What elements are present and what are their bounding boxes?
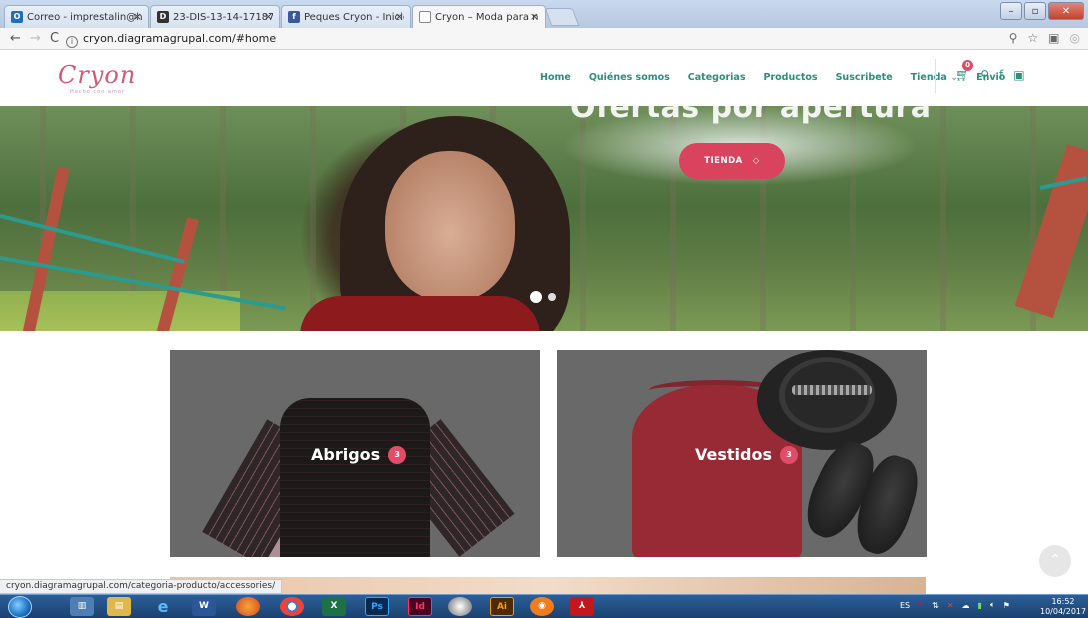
- cart-icon[interactable]: 🛒︎ 0: [955, 60, 973, 82]
- link-status-bar: cryon.diagramagrupal.com/categoria-produ…: [0, 579, 283, 594]
- close-window-button[interactable]: ✕: [1048, 2, 1084, 20]
- nav-divider: [935, 59, 936, 93]
- excel-icon[interactable]: X: [322, 597, 346, 616]
- windows-explorer-icon[interactable]: ▤: [107, 597, 131, 616]
- category-title: Vestidos 3: [695, 445, 798, 464]
- youtube-icon[interactable]: ▣: [1013, 68, 1024, 82]
- show-desktop-icon[interactable]: ▥: [70, 597, 94, 616]
- facebook-icon[interactable]: f: [999, 68, 1003, 82]
- tray-app-icon[interactable]: ✕: [947, 601, 954, 610]
- volume-icon[interactable]: 🔈︎: [990, 600, 995, 610]
- slider-dots: [530, 291, 556, 303]
- facebook-icon: f: [288, 11, 300, 23]
- flag-icon[interactable]: ⚑: [1003, 601, 1010, 610]
- word-icon[interactable]: W: [192, 597, 216, 616]
- indesign-icon[interactable]: Id: [408, 597, 432, 616]
- maximize-button[interactable]: ▫: [1024, 2, 1046, 20]
- category-title: Abrigos 3: [311, 445, 407, 464]
- illustrator-icon[interactable]: Ai: [490, 597, 514, 616]
- scroll-to-top-button[interactable]: ⌃: [1039, 545, 1071, 577]
- clock-date: 10/04/2017: [1040, 607, 1087, 616]
- hero-photo-shirt: [300, 296, 540, 331]
- cart-count-badge: 0: [962, 60, 973, 71]
- back-icon[interactable]: ←: [10, 31, 21, 47]
- tag-icon: ◇: [752, 156, 760, 166]
- nav-productos[interactable]: Productos: [764, 72, 818, 83]
- minimize-button[interactable]: –: [1000, 2, 1022, 20]
- photoshop-icon[interactable]: Ps: [365, 597, 389, 616]
- nav-suscribete[interactable]: Suscribete: [836, 72, 893, 83]
- cloud-icon[interactable]: ☁: [962, 601, 970, 610]
- internet-explorer-icon[interactable]: e: [151, 597, 175, 616]
- browser-toolbar: ← → C i cryon.diagramagrupal.com/#home ⚲ …: [0, 28, 1088, 50]
- language-indicator[interactable]: ES: [900, 601, 910, 610]
- nav-home[interactable]: Home: [540, 72, 571, 83]
- firefox-icon[interactable]: [236, 597, 260, 616]
- category-name: Abrigos: [311, 445, 381, 464]
- close-tab-icon[interactable]: ×: [530, 10, 539, 23]
- antivirus-icon[interactable]: ⛨: [918, 600, 924, 610]
- signal-icon[interactable]: ▮: [978, 601, 982, 610]
- tab-label: Cryon – Moda para niñas: [435, 12, 539, 23]
- close-tab-icon[interactable]: ×: [133, 10, 142, 23]
- nav-quienes-somos[interactable]: Quiénes somos: [589, 72, 670, 83]
- hero-title: Ofertas por apertura: [570, 106, 932, 125]
- browser-tab-strip: O Correo - imprestalin@h × D 23-DIS-13-1…: [0, 0, 1088, 29]
- close-tab-icon[interactable]: ×: [395, 10, 404, 23]
- toolbar-icons: ⚲ ☆ ▣ ◎: [1009, 31, 1080, 45]
- inkscape-icon[interactable]: [448, 597, 472, 616]
- logo-tagline: Hecho con amor: [70, 89, 126, 95]
- hero-slider: Ofertas por apertura TIENDA ◇: [0, 106, 1088, 331]
- clock-time: 16:52: [1051, 597, 1075, 606]
- document-icon: D: [157, 11, 169, 23]
- tab-correo[interactable]: O Correo - imprestalin@h ×: [4, 5, 149, 28]
- extension-icon-2[interactable]: ◎: [1070, 31, 1080, 45]
- header-icons: 🛒︎ 0 ⚲ f ▣: [955, 60, 1025, 82]
- category-count-badge: 3: [779, 445, 798, 464]
- site-header: Cryon Hecho con amor Home Quiénes somos …: [0, 51, 1088, 106]
- tienda-button-label: TIENDA: [704, 156, 743, 166]
- chrome-icon[interactable]: [280, 597, 304, 616]
- category-count-badge: 3: [388, 445, 407, 464]
- tab-peques[interactable]: f Peques Cryon - Inicio ×: [281, 5, 411, 28]
- start-button[interactable]: [8, 596, 32, 618]
- tienda-button[interactable]: TIENDA ◇: [679, 143, 785, 179]
- category-card-vestidos[interactable]: Vestidos 3: [557, 350, 927, 557]
- category-card-abrigos[interactable]: Abrigos 3: [170, 350, 540, 557]
- tab-dis[interactable]: D 23-DIS-13-14-17187597 ×: [150, 5, 280, 28]
- info-icon[interactable]: i: [66, 36, 78, 48]
- tab-label: 23-DIS-13-14-17187597: [173, 11, 273, 23]
- network-icon[interactable]: ⇅: [932, 601, 939, 610]
- new-tab-button[interactable]: [544, 8, 580, 26]
- outlook-icon: O: [11, 11, 23, 23]
- reload-icon[interactable]: C: [50, 31, 59, 47]
- slider-dot-2[interactable]: [548, 293, 556, 301]
- tab-cryon[interactable]: Cryon – Moda para niñas ×: [412, 5, 546, 29]
- site-logo[interactable]: Cryon: [58, 61, 136, 89]
- acrobat-icon[interactable]: ⅄: [570, 597, 594, 616]
- slider-dot-1[interactable]: [530, 291, 542, 303]
- search-icon[interactable]: ⚲: [980, 68, 989, 82]
- forward-icon[interactable]: →: [30, 31, 41, 47]
- page-icon: [419, 11, 431, 23]
- nav-tienda-label: Tienda: [910, 72, 947, 83]
- extension-icon[interactable]: ▣: [1048, 31, 1059, 45]
- close-tab-icon[interactable]: ×: [264, 10, 273, 23]
- category-name: Vestidos: [695, 445, 772, 464]
- url-text: cryon.diagramagrupal.com/#home: [83, 32, 277, 45]
- tab-label: Correo - imprestalin@h: [27, 11, 142, 23]
- zoom-icon[interactable]: ⚲: [1009, 31, 1018, 45]
- system-tray: ES ⛨ ⇅ ✕ ☁ ▮ 🔈︎ ⚑: [900, 600, 1010, 610]
- address-bar[interactable]: i cryon.diagramagrupal.com/#home: [66, 30, 1006, 48]
- nav-categorias[interactable]: Categorias: [688, 72, 746, 83]
- windows-taskbar: ▥ ▤ e W X Ps Id Ai ◉ ⅄ ES ⛨ ⇅ ✕ ☁ ▮ 🔈︎ ⚑…: [0, 594, 1088, 618]
- system-clock[interactable]: 16:52 10/04/2017: [1040, 597, 1086, 617]
- bookmark-star-icon[interactable]: ☆: [1027, 31, 1038, 45]
- tab-label: Peques Cryon - Inicio: [304, 11, 404, 23]
- hero-photo-girl-face: [385, 151, 515, 301]
- media-player-icon[interactable]: ◉: [530, 597, 554, 616]
